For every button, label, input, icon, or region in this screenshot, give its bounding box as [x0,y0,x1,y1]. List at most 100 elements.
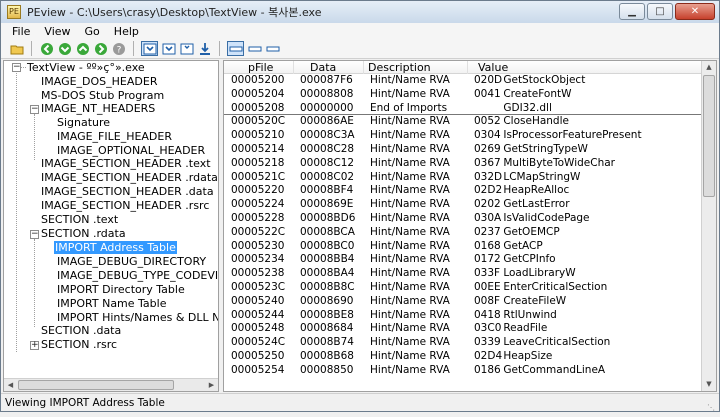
table-row[interactable]: 00005228 00008BD6 Hint/Name RVA 030A IsVali… [224,212,702,226]
menu-view[interactable]: View [37,25,77,38]
tree-item-debug-directory[interactable]: IMAGE_DEBUG_DIRECTORY [56,255,207,269]
expand-icon[interactable]: + [30,341,39,350]
cell-data: 00008C3A [300,129,355,142]
collapse-icon[interactable]: − [30,105,39,114]
collapse-icon[interactable]: − [30,230,39,239]
scroll-left-icon[interactable]: ◀ [4,379,17,391]
scroll-up-icon[interactable]: ▲ [702,61,716,74]
tree-item-section-header-data[interactable]: IMAGE_SECTION_HEADER .data [40,185,215,199]
table-row[interactable]: 0000520C 000086AE Hint/Name RVA 0052 CloseH… [224,115,702,129]
tree-item-import-directory-table[interactable]: IMPORT Directory Table [56,283,186,297]
table-row[interactable]: 00005234 00008BB4 Hint/Name RVA 0172 GetCPI… [224,253,702,267]
table-row[interactable]: 0000524C 00008B74 Hint/Name RVA 0339 LeaveC… [224,336,702,350]
table-row[interactable]: 00005238 00008BA4 Hint/Name RVA 033F LoadLi… [224,267,702,281]
collapse-icon[interactable]: − [12,63,21,72]
tree-item-image-dos-header[interactable]: IMAGE_DOS_HEADER [40,75,158,89]
table-row[interactable]: 0000521C 00008C02 Hint/Name RVA 032D LCMapS… [224,171,702,185]
up-icon[interactable] [75,41,90,56]
down-icon[interactable] [57,41,72,56]
svg-text:?: ? [116,45,121,55]
tree-item-import-hints-names[interactable]: IMPORT Hints/Names & DLL Names [56,311,218,325]
minimize-button[interactable]: ▁ [619,3,645,20]
cell-description: Hint/Name RVA [370,322,450,335]
cell-description: Hint/Name RVA [370,198,450,211]
maximize-button[interactable]: □ [647,3,673,20]
table-row[interactable]: 00005254 00008850 Hint/Name RVA 0186 GetCom… [224,364,702,378]
cell-pfile: 00005254 [231,363,285,376]
help-icon[interactable]: ? [111,41,126,56]
menu-bar: File View Go Help [1,23,719,39]
table-row[interactable]: 00005250 00008B68 Hint/Name RVA 02D4 HeapSi… [224,350,702,364]
list-vertical-scrollbar[interactable]: ▲ ▼ [701,61,716,391]
table-row[interactable]: 00005230 00008BC0 Hint/Name RVA 0168 GetACP [224,240,702,254]
tree-item-debug-codeview[interactable]: IMAGE_DEBUG_TYPE_CODEVIEW [56,269,218,283]
table-row[interactable]: 00005210 00008C3A Hint/Name RVA 0304 IsProc… [224,129,702,143]
layout-icon-1[interactable] [227,41,244,56]
header-value[interactable]: Value [468,61,702,74]
cell-name: HeapReAlloc [503,184,570,197]
tree-item-section-data[interactable]: SECTION .data [40,324,122,338]
tree-item-section-header-text[interactable]: IMAGE_SECTION_HEADER .text [40,157,212,171]
tree-item-ms-dos-stub[interactable]: MS-DOS Stub Program [40,89,165,103]
table-row[interactable]: 0000523C 00008B8C Hint/Name RVA 00EE EnterC… [224,281,702,295]
tree-item-image-nt-headers[interactable]: IMAGE_NT_HEADERS [40,102,156,116]
status-text: Viewing IMPORT Address Table [5,397,165,409]
table-row[interactable]: 0000522C 00008BCA Hint/Name RVA 0237 GetOEM… [224,226,702,240]
table-row[interactable]: 00005208 00000000 End of Imports GDI32.dll [224,102,702,116]
header-description[interactable]: Description [364,61,468,74]
cell-data: 000087F6 [300,74,353,86]
title-bar[interactable]: PE PEview - C:\Users\crasy\Desktop\TextV… [1,1,719,23]
menu-file[interactable]: File [5,25,37,38]
view-word-icon[interactable] [161,41,176,56]
cell-data: 00008808 [300,87,354,100]
table-row[interactable]: 00005200 000087F6 Hint/Name RVA 020D GetSto… [224,74,702,88]
table-row[interactable]: 00005220 00008BF4 Hint/Name RVA 02D2 HeapRe… [224,184,702,198]
header-pfile[interactable]: pFile [224,61,294,74]
tree-horizontal-scrollbar[interactable]: ◀ ▶ [4,378,218,391]
resize-grip-icon[interactable]: ⋱ [707,399,717,412]
view-byte-icon[interactable] [141,41,158,56]
list-pane: pFile Data Description Value 00005200 000… [223,60,717,392]
tree-item-section-header-rsrc[interactable]: IMAGE_SECTION_HEADER .rsrc [40,199,210,213]
cell-value: 0418 RtlUnwind [474,309,557,323]
table-row[interactable]: 00005218 00008C12 Hint/Name RVA 0367 MultiB… [224,157,702,171]
cell-hint: 0041 [474,87,501,100]
tree-item-import-address-table[interactable]: IMPORT Address Table [53,240,178,255]
table-row[interactable]: 00005224 0000869E Hint/Name RVA 0202 GetLas… [224,198,702,212]
close-button[interactable]: ✕ [675,3,715,20]
tree-item-section-text[interactable]: SECTION .text [40,213,119,227]
tree-item-section-rsrc[interactable]: SECTION .rsrc [40,338,118,352]
menu-help[interactable]: Help [107,25,146,38]
cell-value: GDI32.dll [474,102,552,116]
tree-item-signature[interactable]: Signature [56,116,111,130]
menu-go[interactable]: Go [78,25,107,38]
table-row[interactable]: 00005244 00008BE8 Hint/Name RVA 0418 RtlUnw… [224,309,702,323]
scroll-thumb[interactable] [703,75,715,197]
table-row[interactable]: 00005214 00008C28 Hint/Name RVA 0269 GetStr… [224,143,702,157]
cell-pfile: 00005218 [231,156,285,169]
cell-pfile: 00005228 [231,211,285,224]
scroll-thumb[interactable] [18,380,174,390]
tree-item-image-file-header[interactable]: IMAGE_FILE_HEADER [56,130,173,144]
scroll-down-icon[interactable]: ▼ [702,378,716,391]
tree-item-section-header-rdata[interactable]: IMAGE_SECTION_HEADER .rdata [40,171,218,185]
forward-icon[interactable] [93,41,108,56]
table-row[interactable]: 00005240 00008690 Hint/Name RVA 008F Create… [224,295,702,309]
tree-item-image-optional-header[interactable]: IMAGE_OPTIONAL_HEADER [56,144,206,158]
table-row[interactable]: 00005204 00008808 Hint/Name RVA 0041 Create… [224,88,702,102]
layout-icon-2[interactable] [247,41,262,56]
scroll-right-icon[interactable]: ▶ [205,379,218,391]
header-data[interactable]: Data [294,61,364,74]
view-struct-icon[interactable] [197,41,212,56]
view-dword-icon[interactable] [179,41,194,56]
layout-icon-3[interactable] [265,41,280,56]
table-row[interactable]: 00005248 00008684 Hint/Name RVA 03C0 ReadFi… [224,322,702,336]
cell-data: 000086AE [300,115,354,128]
tree-pane[interactable]: − TextView - ºº»ç°».exe IMAGE_DOS_HEADER… [3,60,219,392]
back-icon[interactable] [39,41,54,56]
tree-root[interactable]: TextView - ºº»ç°».exe [26,61,146,75]
cell-description: Hint/Name RVA [370,239,450,252]
open-icon[interactable] [9,41,24,56]
tree-item-section-rdata[interactable]: SECTION .rdata [40,227,127,241]
tree-item-import-name-table[interactable]: IMPORT Name Table [56,297,167,311]
